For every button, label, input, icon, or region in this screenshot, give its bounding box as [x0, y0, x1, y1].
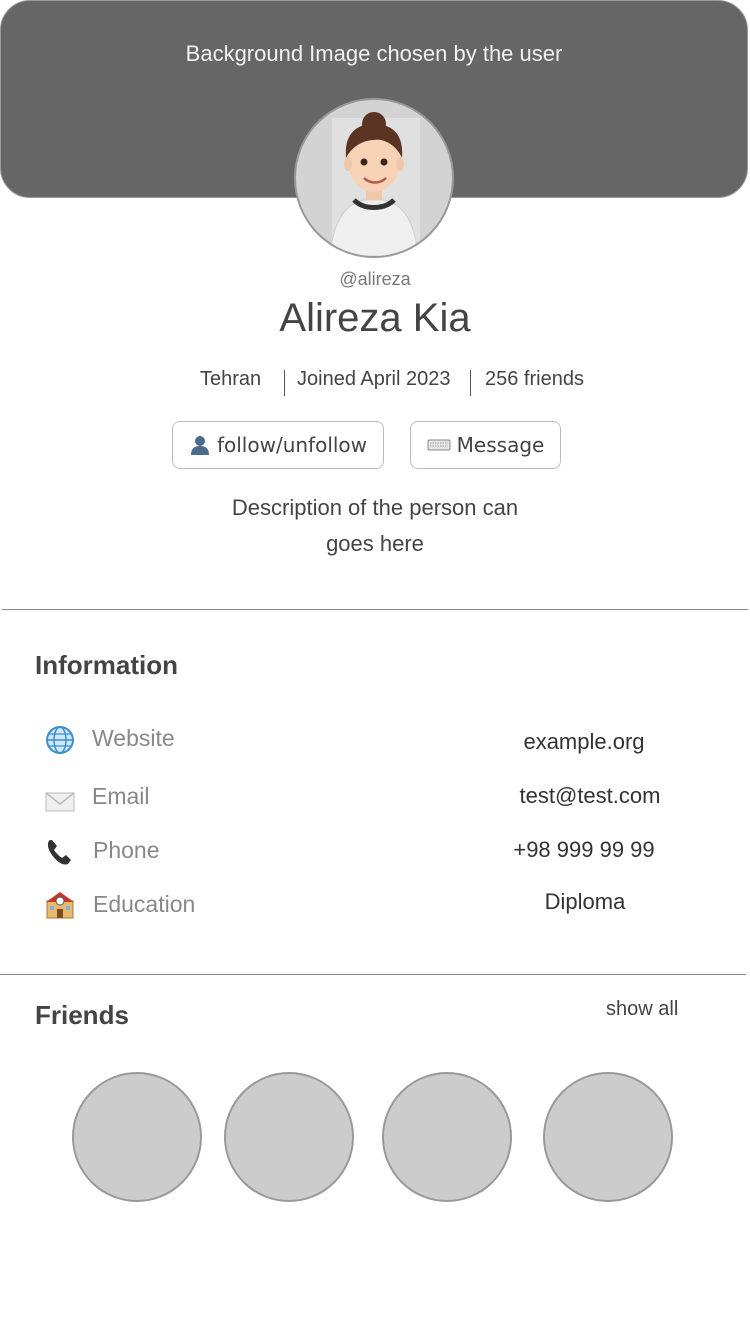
section-divider — [2, 609, 748, 610]
globe-icon — [46, 726, 74, 754]
follow-button-label: follow/unfollow — [216, 433, 368, 457]
friends-title: Friends — [35, 1000, 129, 1030]
friends-count[interactable]: 256 friends — [485, 368, 584, 391]
education-label: Education — [93, 891, 196, 917]
friend-avatar[interactable] — [543, 1072, 673, 1202]
memoji-avatar-icon — [329, 112, 420, 256]
avatar[interactable] — [294, 98, 454, 258]
message-button-label: Message — [456, 433, 545, 457]
education-value: Diploma — [544, 889, 626, 914]
phone-value[interactable]: +98 999 99 99 — [484, 837, 684, 863]
message-button[interactable]: Message — [410, 421, 561, 469]
joined-date: Joined April 2023 — [297, 368, 451, 390]
profile-name: Alireza Kia — [279, 296, 471, 340]
meta-divider — [470, 370, 471, 396]
email-value[interactable]: test@test.com — [490, 783, 690, 809]
information-title: Information — [35, 650, 178, 680]
description-line: goes here — [326, 531, 424, 556]
meta-divider — [284, 370, 285, 396]
cover-placeholder-text: Background Image chosen by the user — [185, 41, 563, 66]
keyboard-icon — [427, 439, 451, 451]
person-icon — [190, 436, 209, 455]
friend-avatar[interactable] — [224, 1072, 354, 1202]
envelope-icon — [45, 792, 75, 812]
user-handle: @alireza — [339, 269, 411, 289]
email-label: Email — [92, 783, 150, 809]
show-all-link[interactable]: show all — [606, 998, 678, 1021]
description-line: Description of the person can — [231, 495, 519, 520]
location-text: Tehran — [200, 368, 262, 390]
website-value[interactable]: example.org — [484, 729, 684, 755]
phone-icon — [47, 840, 71, 865]
section-divider — [0, 974, 746, 975]
friend-avatar[interactable] — [382, 1072, 512, 1202]
school-icon — [46, 892, 74, 919]
profile-description: Description of the person can goes here — [0, 490, 750, 562]
phone-label: Phone — [93, 837, 160, 863]
website-label: Website — [92, 725, 175, 751]
follow-button[interactable]: follow/unfollow — [172, 421, 384, 469]
friend-avatar[interactable] — [72, 1072, 202, 1202]
